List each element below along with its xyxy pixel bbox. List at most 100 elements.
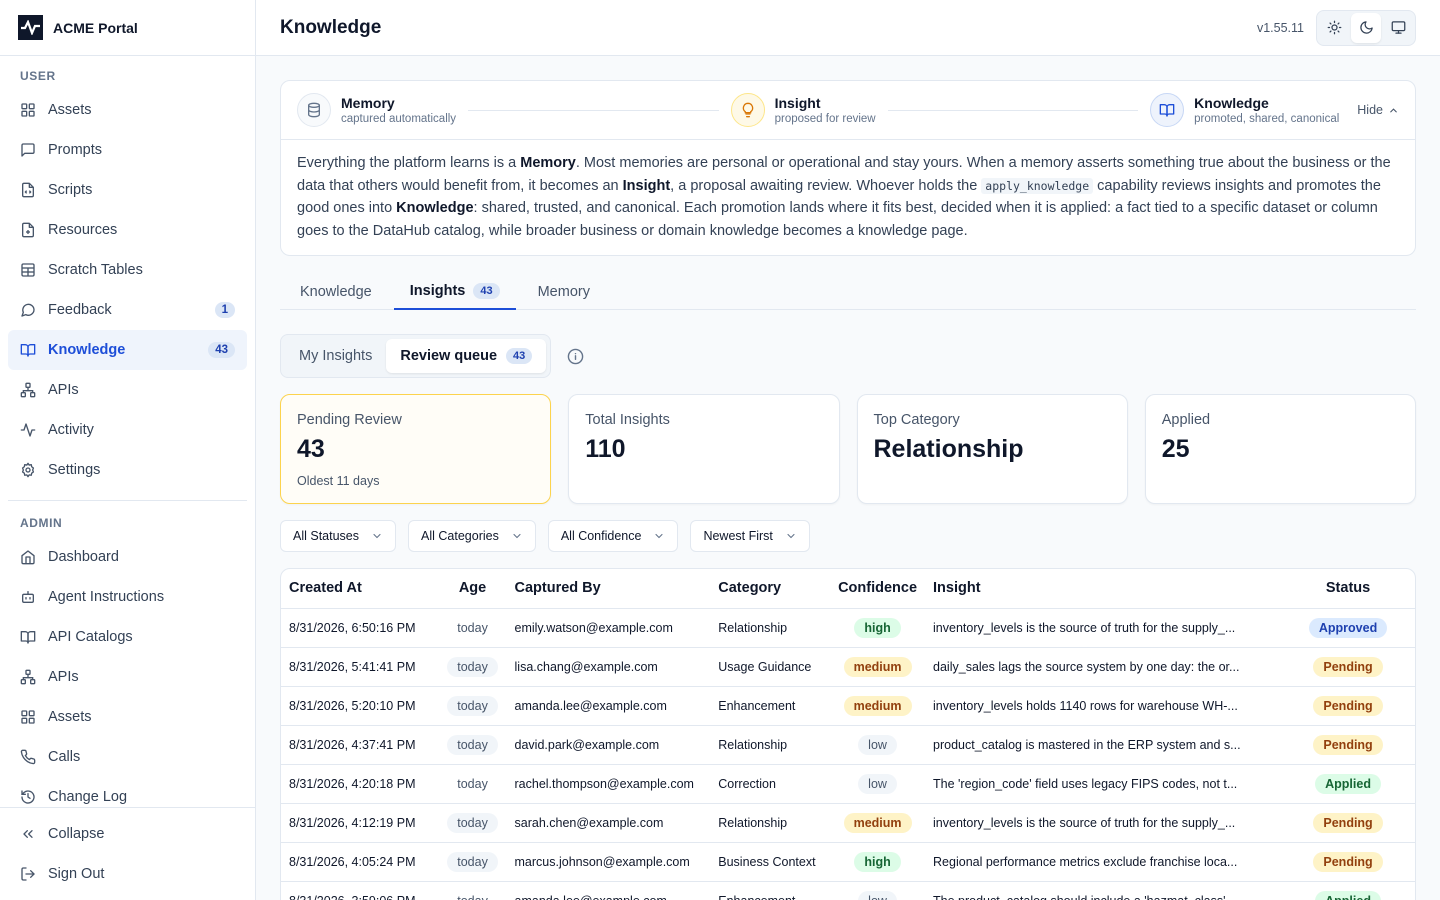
stat-total-insights: Total Insights 110 bbox=[568, 394, 840, 504]
sidebar-item-activity[interactable]: Activity bbox=[8, 410, 247, 450]
tab-insights[interactable]: Insights 43 bbox=[393, 274, 516, 310]
column-header-status[interactable]: Status bbox=[1281, 569, 1415, 609]
sign-out-button[interactable]: Sign Out bbox=[8, 854, 247, 894]
dark-theme-button[interactable] bbox=[1351, 12, 1381, 43]
sidebar-item-knowledge[interactable]: Knowledge 43 bbox=[8, 330, 247, 370]
tab-knowledge[interactable]: Knowledge bbox=[280, 274, 392, 310]
category: Relationship bbox=[718, 737, 788, 752]
book-open-icon bbox=[20, 342, 36, 358]
info-icon[interactable] bbox=[567, 348, 584, 365]
sidebar-item-admin-dashboard[interactable]: Dashboard bbox=[8, 537, 247, 577]
system-theme-button[interactable] bbox=[1383, 13, 1413, 43]
sidebar-item-feedback[interactable]: Feedback 1 bbox=[8, 290, 247, 330]
tab-memory[interactable]: Memory bbox=[518, 274, 610, 310]
table-cell: Approved bbox=[1281, 608, 1415, 648]
column-header-category[interactable]: Category bbox=[710, 569, 831, 609]
sort-select[interactable]: Newest First bbox=[690, 520, 810, 552]
brand[interactable]: ACME Portal bbox=[0, 0, 255, 56]
captured-by: lisa.chang@example.com bbox=[514, 659, 658, 674]
confidence-badge: low bbox=[858, 890, 897, 900]
sidebar-item-admin-apis[interactable]: APIs bbox=[8, 657, 247, 697]
capability-code: apply_knowledge bbox=[981, 177, 1094, 194]
lifecycle-description: Everything the platform learns is a Memo… bbox=[281, 140, 1415, 254]
created-at: 8/31/2026, 4:20:18 PM bbox=[289, 776, 416, 791]
sidebar-item-scratch-tables[interactable]: Scratch Tables bbox=[8, 250, 247, 290]
user-section-label: USER bbox=[20, 69, 56, 83]
age-badge: today bbox=[447, 734, 498, 755]
column-header-captured-by[interactable]: Captured By bbox=[506, 569, 711, 609]
stat-sub: Oldest 11 days bbox=[297, 474, 380, 488]
table-cell: Relationship bbox=[710, 725, 831, 765]
stage-memory-sub: captured automatically bbox=[341, 113, 457, 125]
table-cell: inventory_levels is the source of truth … bbox=[925, 803, 1282, 843]
collapse-label: Collapse bbox=[48, 826, 105, 842]
stat-top-category: Top Category Relationship bbox=[856, 394, 1128, 504]
tab-label: Memory bbox=[537, 284, 590, 300]
sidebar-item-admin-api-catalogs[interactable]: API Catalogs bbox=[8, 617, 247, 657]
status-filter[interactable]: All Statuses bbox=[280, 520, 397, 552]
stage-insight-sub: proposed for review bbox=[774, 113, 876, 125]
table-cell: Business Context bbox=[710, 842, 831, 882]
table-cell: Applied bbox=[1281, 881, 1415, 900]
hide-button[interactable]: Hide bbox=[1357, 103, 1399, 117]
status-badge: Pending bbox=[1313, 734, 1383, 755]
sidebar-item-label: Scripts bbox=[48, 182, 93, 198]
column-header-confidence[interactable]: Confidence bbox=[830, 569, 926, 609]
my-insights-button[interactable]: My Insights bbox=[285, 339, 386, 373]
table-cell: The product_catalog should include a 'ha… bbox=[925, 881, 1282, 900]
stage-knowledge-sub: promoted, shared, canonical bbox=[1194, 113, 1340, 125]
table-row[interactable]: 8/31/2026, 5:41:41 PM today lisa.chang@exa… bbox=[281, 647, 1415, 687]
status-badge: Applied bbox=[1315, 773, 1381, 794]
table-row[interactable]: 8/31/2026, 5:20:10 PM today amanda.lee@exa… bbox=[281, 686, 1415, 726]
table-cell: lisa.chang@example.com bbox=[506, 647, 711, 687]
column-header-created-at[interactable]: Created At bbox=[281, 569, 439, 609]
filter-value: All Statuses bbox=[293, 529, 360, 543]
confidence-badge: medium bbox=[843, 656, 912, 677]
table-cell: medium bbox=[830, 803, 926, 843]
sidebar-item-prompts[interactable]: Prompts bbox=[8, 130, 247, 170]
confidence-filter[interactable]: All Confidence bbox=[547, 520, 679, 552]
review-queue-button[interactable]: Review queue 43 bbox=[386, 339, 547, 373]
sidebar-item-settings[interactable]: Settings bbox=[8, 450, 247, 490]
stage-knowledge: Knowledge promoted, shared, canonical bbox=[1150, 93, 1339, 127]
sidebar-item-admin-calls[interactable]: Calls bbox=[8, 737, 247, 777]
created-at: 8/31/2026, 6:50:16 PM bbox=[289, 620, 416, 635]
age-badge: today bbox=[447, 656, 498, 677]
sidebar-item-label: Settings bbox=[48, 462, 101, 478]
table-row[interactable]: 8/31/2026, 4:37:41 PM today david.park@exa… bbox=[281, 725, 1415, 765]
table-cell: sarah.chen@example.com bbox=[506, 803, 711, 843]
table-row[interactable]: 8/31/2026, 3:59:06 PM today amanda.lee@exa… bbox=[281, 881, 1415, 900]
sidebar-item-admin-assets[interactable]: Assets bbox=[8, 697, 247, 737]
insight-text: inventory_levels is the source of truth … bbox=[933, 815, 1236, 830]
collapse-button[interactable]: Collapse bbox=[8, 814, 247, 854]
light-theme-button[interactable] bbox=[1319, 13, 1349, 43]
stat-applied: Applied 25 bbox=[1144, 394, 1416, 504]
table-row[interactable]: 8/31/2026, 4:12:19 PM today sarah.chen@exa… bbox=[281, 803, 1415, 843]
table-cell: The 'region_code' field uses legacy FIPS… bbox=[925, 764, 1282, 804]
sidebar-item-assets[interactable]: Assets bbox=[8, 90, 247, 130]
table-cell: high bbox=[830, 608, 926, 648]
table-row[interactable]: 8/31/2026, 6:50:16 PM today emily.watson@e… bbox=[281, 608, 1415, 648]
table-row[interactable]: 8/31/2026, 4:20:18 PM today rachel.thompso… bbox=[281, 764, 1415, 804]
table-icon bbox=[20, 262, 36, 278]
column-header-age[interactable]: Age bbox=[438, 569, 507, 609]
sidebar-item-apis[interactable]: APIs bbox=[8, 370, 247, 410]
table-cell: 8/31/2026, 4:12:19 PM bbox=[281, 803, 439, 843]
table-cell: rachel.thompson@example.com bbox=[506, 764, 711, 804]
database-icon bbox=[297, 93, 331, 127]
home-icon bbox=[20, 549, 36, 565]
table-cell: amanda.lee@example.com bbox=[506, 686, 711, 726]
category-filter[interactable]: All Categories bbox=[408, 520, 536, 552]
sidebar-item-admin-agent-instructions[interactable]: Agent Instructions bbox=[8, 577, 247, 617]
sidebar-item-resources[interactable]: Resources bbox=[8, 210, 247, 250]
chevron-up-icon bbox=[1388, 105, 1399, 116]
insight-text: The 'region_code' field uses legacy FIPS… bbox=[933, 776, 1238, 791]
sidebar-item-scripts[interactable]: Scripts bbox=[8, 170, 247, 210]
network-icon bbox=[20, 669, 36, 685]
resource-file-icon bbox=[20, 222, 36, 238]
table-row[interactable]: 8/31/2026, 4:05:24 PM today marcus.johnson… bbox=[281, 842, 1415, 882]
phone-icon bbox=[20, 749, 36, 765]
column-header-insight[interactable]: Insight bbox=[925, 569, 1282, 609]
table-cell: today bbox=[438, 647, 507, 687]
insights-view-row: My Insights Review queue 43 bbox=[280, 334, 1416, 378]
